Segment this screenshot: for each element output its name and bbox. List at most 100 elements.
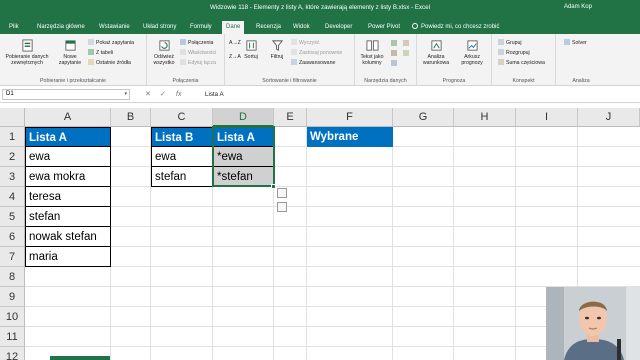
cell-a5[interactable]: stefan: [25, 206, 111, 227]
filter-button[interactable]: Filtruj: [265, 39, 289, 60]
group-label: Grupuj: [506, 40, 522, 46]
tell-me-box[interactable]: Powiedz mi, co chcesz zrobić: [412, 22, 499, 33]
row-header-9[interactable]: 9: [0, 287, 25, 307]
database-icon: [21, 39, 33, 52]
cell-d3[interactable]: *stefan: [213, 166, 274, 187]
row-header-3[interactable]: 3: [0, 167, 25, 187]
recent-sources-button[interactable]: Ostatnie źródła: [88, 59, 131, 67]
remove-duplicates-button[interactable]: [391, 50, 399, 58]
group-button[interactable]: Grupuj: [498, 39, 522, 47]
cell-c2[interactable]: ewa: [151, 146, 213, 167]
from-table-button[interactable]: Z tabeli: [88, 49, 113, 57]
row-header-4[interactable]: 4: [0, 187, 25, 207]
tab-view[interactable]: Widok: [293, 22, 310, 34]
column-header-b[interactable]: B: [111, 108, 151, 127]
text-to-columns-button[interactable]: Tekst jako kolumny: [357, 39, 387, 66]
flash-fill-button[interactable]: [391, 40, 399, 48]
cell-a2[interactable]: ewa: [25, 146, 111, 167]
formula-input[interactable]: Lista A: [205, 89, 635, 100]
group-label-connections: Połączenia: [172, 78, 199, 84]
user-name[interactable]: Adam Kop: [564, 4, 592, 10]
row-header-7[interactable]: 7: [0, 247, 25, 267]
edit-links-button[interactable]: Edytuj łącza: [180, 59, 216, 67]
quick-analysis-icon[interactable]: [277, 202, 287, 212]
solver-icon: [564, 39, 570, 45]
column-header-j[interactable]: J: [578, 108, 640, 127]
column-header-c[interactable]: C: [151, 108, 213, 127]
new-query-label: Nowe zapytanie: [58, 54, 82, 66]
ungroup-button[interactable]: Rozgrupuj: [498, 49, 530, 57]
show-queries-label: Pokaż zapytania: [96, 40, 135, 46]
sheet-tab-indicator: [50, 356, 110, 360]
tab-developer[interactable]: Developer: [325, 22, 352, 34]
tab-review[interactable]: Recenzja: [256, 22, 281, 34]
solver-label: Solver: [572, 40, 587, 46]
presenter-video: [546, 287, 640, 360]
cell-a6[interactable]: nowak stefan: [25, 226, 111, 247]
connections-button[interactable]: Połączenia: [180, 39, 213, 47]
column-header-f[interactable]: F: [307, 108, 393, 127]
row-header-12[interactable]: 12: [0, 347, 25, 360]
row-header-6[interactable]: 6: [0, 227, 25, 247]
column-header-e[interactable]: E: [274, 108, 307, 127]
cell-a7[interactable]: maria: [25, 246, 111, 267]
properties-button[interactable]: Właściwości: [180, 49, 216, 57]
column-header-a[interactable]: A: [25, 108, 111, 127]
sort-label: Sortuj: [244, 54, 258, 60]
cell-c1[interactable]: Lista B: [151, 127, 213, 147]
cell-a3[interactable]: ewa mokra: [25, 166, 111, 187]
data-validation-button[interactable]: [391, 60, 399, 68]
paste-options-icon[interactable]: [277, 188, 287, 198]
cell-c3[interactable]: stefan: [151, 166, 213, 187]
relationships-icon: [403, 50, 409, 56]
cell-f1[interactable]: Wybrane: [307, 127, 393, 147]
clear-filter-button[interactable]: Wyczyść: [291, 39, 319, 47]
enter-icon[interactable]: ✓: [160, 89, 166, 100]
row-header-5[interactable]: 5: [0, 207, 25, 227]
row-header-11[interactable]: 11: [0, 327, 25, 347]
cancel-icon[interactable]: ✕: [145, 89, 151, 100]
reapply-button[interactable]: Zastosuj ponownie: [291, 49, 342, 57]
column-header-g[interactable]: G: [393, 108, 454, 127]
cell-d2[interactable]: *ewa: [213, 146, 274, 167]
tab-insert[interactable]: Wstawianie: [99, 22, 130, 34]
chevron-down-icon[interactable]: ▾: [124, 90, 127, 99]
cell-a1[interactable]: Lista A: [25, 127, 111, 147]
tab-formulas[interactable]: Formuły: [190, 22, 212, 34]
column-header-h[interactable]: H: [454, 108, 516, 127]
fx-icon[interactable]: fx: [176, 89, 181, 100]
new-query-button[interactable]: Nowe zapytanie: [56, 39, 84, 66]
name-box[interactable]: D1 ▾: [2, 89, 130, 100]
properties-label: Właściwości: [188, 50, 217, 56]
relationships-button[interactable]: [403, 50, 411, 58]
fill-handle[interactable]: [271, 184, 276, 189]
get-external-data-button[interactable]: Pobieranie danych zewnętrznych: [2, 39, 52, 66]
sort-button[interactable]: Sortuj: [240, 39, 262, 60]
tab-power-pivot[interactable]: Power Pivot: [368, 22, 400, 34]
select-all-corner[interactable]: [0, 108, 25, 127]
advanced-filter-button[interactable]: Zaawansowane: [291, 59, 335, 67]
forecast-sheet-button[interactable]: Arkusz prognozy: [455, 39, 489, 66]
what-if-analysis-button[interactable]: Analiza warunkowa: [419, 39, 453, 66]
show-queries-button[interactable]: Pokaż zapytania: [88, 39, 134, 47]
tab-data[interactable]: Dane: [222, 21, 245, 34]
tab-page-layout[interactable]: Układ strony: [143, 22, 176, 34]
group-label-outline: Konspekt: [512, 78, 535, 84]
column-header-d[interactable]: D: [213, 108, 274, 127]
advanced-filter-icon: [291, 59, 297, 65]
refresh-all-button[interactable]: Odśwież wszystko: [149, 39, 179, 66]
row-header-2[interactable]: 2: [0, 147, 25, 167]
subtotal-button[interactable]: Suma częściowa: [498, 59, 545, 67]
cell-a4[interactable]: teresa: [25, 186, 111, 207]
tab-home[interactable]: Narzędzia główne: [37, 22, 85, 34]
ungroup-label: Rozgrupuj: [506, 50, 530, 56]
worksheet-grid: A B C D E F G H I J 1 2 3 4 5 6 7 8 9 10…: [0, 108, 640, 360]
tab-file[interactable]: Plik: [9, 22, 19, 34]
consolidate-button[interactable]: [403, 40, 411, 48]
solver-button[interactable]: Solver: [564, 39, 587, 47]
row-header-10[interactable]: 10: [0, 307, 25, 327]
cell-d1[interactable]: Lista A: [213, 127, 274, 147]
column-header-i[interactable]: I: [516, 108, 578, 127]
row-header-8[interactable]: 8: [0, 267, 25, 287]
row-header-1[interactable]: 1: [0, 127, 25, 147]
